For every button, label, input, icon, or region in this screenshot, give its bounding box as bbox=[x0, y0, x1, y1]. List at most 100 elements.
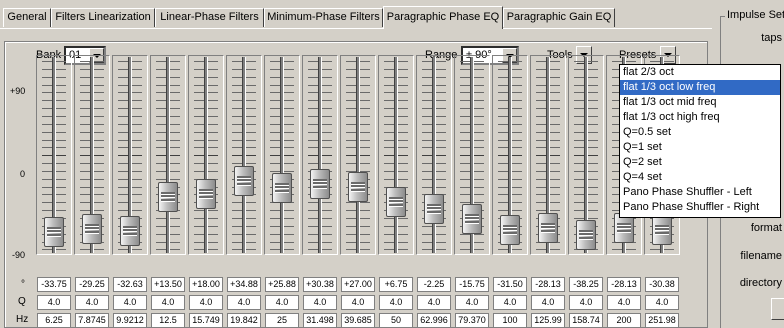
q-value-field[interactable]: 4.0 bbox=[227, 295, 261, 310]
slider-thumb[interactable] bbox=[652, 215, 672, 245]
slider-thumb[interactable] bbox=[120, 216, 140, 246]
q-value-field[interactable]: 4.0 bbox=[417, 295, 451, 310]
phase-value-field[interactable]: -38.25 bbox=[569, 277, 603, 292]
phase-value-field[interactable]: -2.25 bbox=[417, 277, 451, 292]
phase-value-field[interactable]: -29.25 bbox=[75, 277, 109, 292]
q-value-field[interactable]: 4.0 bbox=[493, 295, 527, 310]
tab-linear-phase-filters[interactable]: Linear-Phase Filters bbox=[155, 8, 264, 27]
phase-value-field[interactable]: -28.13 bbox=[607, 277, 641, 292]
presets-menu-item[interactable]: Q=4 set bbox=[620, 170, 780, 185]
slider-thumb[interactable] bbox=[500, 215, 520, 245]
band-slider-15[interactable] bbox=[568, 55, 604, 255]
q-value-field[interactable]: 4.0 bbox=[189, 295, 223, 310]
hz-value-field[interactable]: 62.996 bbox=[417, 313, 451, 328]
tab-general[interactable]: General bbox=[3, 8, 51, 27]
hz-value-field[interactable]: 79.370 bbox=[455, 313, 489, 328]
band-slider-4[interactable] bbox=[150, 55, 186, 255]
q-value-field[interactable]: 4.0 bbox=[569, 295, 603, 310]
q-value-field[interactable]: 4.0 bbox=[113, 295, 147, 310]
slider-thumb[interactable] bbox=[158, 182, 178, 212]
phase-value-field[interactable]: -32.63 bbox=[113, 277, 147, 292]
presets-menu-item[interactable]: Q=0.5 set bbox=[620, 125, 780, 140]
presets-menu-item[interactable]: Pano Phase Shuffler - Right bbox=[620, 200, 780, 215]
band-slider-14[interactable] bbox=[530, 55, 566, 255]
q-value-field[interactable]: 4.0 bbox=[645, 295, 679, 310]
phase-value-field[interactable]: +6.75 bbox=[379, 277, 413, 292]
hz-value-field[interactable]: 12.5 bbox=[151, 313, 185, 328]
slider-thumb[interactable] bbox=[82, 214, 102, 244]
phase-value-field[interactable]: -15.75 bbox=[455, 277, 489, 292]
hz-value-field[interactable]: 19.842 bbox=[227, 313, 261, 328]
q-value-field[interactable]: 4.0 bbox=[531, 295, 565, 310]
phase-value-field[interactable]: +25.88 bbox=[265, 277, 299, 292]
presets-menu-item[interactable]: flat 1/3 oct high freq bbox=[620, 110, 780, 125]
band-slider-6[interactable] bbox=[226, 55, 262, 255]
q-value-field[interactable]: 4.0 bbox=[151, 295, 185, 310]
phase-value-field[interactable]: -30.38 bbox=[645, 277, 679, 292]
slider-thumb[interactable] bbox=[272, 173, 292, 203]
hz-value-field[interactable]: 158.74 bbox=[569, 313, 603, 328]
tab-minimum-phase-filters[interactable]: Minimum-Phase Filters bbox=[264, 8, 383, 27]
q-value-field[interactable]: 4.0 bbox=[341, 295, 375, 310]
band-slider-2[interactable] bbox=[74, 55, 110, 255]
browse-button[interactable] bbox=[771, 298, 784, 320]
tab-paragraphic-gain-eq[interactable]: Paragraphic Gain EQ bbox=[503, 8, 615, 27]
hz-value-field[interactable]: 15.749 bbox=[189, 313, 223, 328]
q-value-field[interactable]: 4.0 bbox=[379, 295, 413, 310]
tab-paragraphic-phase-eq[interactable]: Paragraphic Phase EQ bbox=[383, 6, 503, 29]
q-value-field[interactable]: 4.0 bbox=[265, 295, 299, 310]
band-slider-5[interactable] bbox=[188, 55, 224, 255]
hz-value-field[interactable]: 25 bbox=[265, 313, 299, 328]
presets-menu-item[interactable]: Q=1 set bbox=[620, 140, 780, 155]
hz-value-field[interactable]: 31.498 bbox=[303, 313, 337, 328]
phase-value-field[interactable]: -28.13 bbox=[531, 277, 565, 292]
hz-value-field[interactable]: 200 bbox=[607, 313, 641, 328]
band-slider-3[interactable] bbox=[112, 55, 148, 255]
slider-thumb[interactable] bbox=[44, 217, 64, 247]
band-slider-10[interactable] bbox=[378, 55, 414, 255]
hz-value-field[interactable]: 125.99 bbox=[531, 313, 565, 328]
slider-thumb[interactable] bbox=[310, 169, 330, 199]
hz-value-field[interactable]: 39.685 bbox=[341, 313, 375, 328]
band-slider-13[interactable] bbox=[492, 55, 528, 255]
q-value-field[interactable]: 4.0 bbox=[607, 295, 641, 310]
presets-menu-item[interactable]: flat 1/3 oct mid freq bbox=[620, 95, 780, 110]
hz-value-field[interactable]: 6.25 bbox=[37, 313, 71, 328]
phase-value-field[interactable]: -31.50 bbox=[493, 277, 527, 292]
slider-thumb[interactable] bbox=[196, 179, 216, 209]
slider-thumb[interactable] bbox=[576, 220, 596, 250]
presets-menu-item[interactable]: flat 1/3 oct low freq bbox=[620, 80, 780, 95]
slider-thumb[interactable] bbox=[538, 213, 558, 243]
q-value-field[interactable]: 4.0 bbox=[37, 295, 71, 310]
hz-value-field[interactable]: 7.8745 bbox=[75, 313, 109, 328]
q-value-field[interactable]: 4.0 bbox=[455, 295, 489, 310]
hz-value-field[interactable]: 100 bbox=[493, 313, 527, 328]
tab-filters-linearization[interactable]: Filters Linearization bbox=[51, 8, 155, 27]
presets-menu-item[interactable]: Pano Phase Shuffler - Left bbox=[620, 185, 780, 200]
presets-menu-item[interactable]: Q=2 set bbox=[620, 155, 780, 170]
q-value-field[interactable]: 4.0 bbox=[303, 295, 337, 310]
slider-thumb[interactable] bbox=[234, 166, 254, 196]
band-slider-7[interactable] bbox=[264, 55, 300, 255]
slider-thumb[interactable] bbox=[386, 187, 406, 217]
hz-value-field[interactable]: 251.98 bbox=[645, 313, 679, 328]
q-value-field[interactable]: 4.0 bbox=[75, 295, 109, 310]
slider-groove bbox=[318, 57, 322, 253]
band-slider-1[interactable] bbox=[36, 55, 72, 255]
presets-menu-item[interactable]: flat 2/3 oct bbox=[620, 65, 780, 80]
slider-thumb[interactable] bbox=[462, 204, 482, 234]
phase-value-field[interactable]: +34.88 bbox=[227, 277, 261, 292]
band-slider-12[interactable] bbox=[454, 55, 490, 255]
phase-value-field[interactable]: +18.00 bbox=[189, 277, 223, 292]
slider-thumb[interactable] bbox=[424, 194, 444, 224]
band-slider-8[interactable] bbox=[302, 55, 338, 255]
phase-value-field[interactable]: +30.38 bbox=[303, 277, 337, 292]
phase-value-field[interactable]: +27.00 bbox=[341, 277, 375, 292]
band-slider-9[interactable] bbox=[340, 55, 376, 255]
slider-thumb[interactable] bbox=[348, 172, 368, 202]
band-slider-11[interactable] bbox=[416, 55, 452, 255]
hz-value-field[interactable]: 50 bbox=[379, 313, 413, 328]
hz-value-field[interactable]: 9.9212 bbox=[113, 313, 147, 328]
phase-value-field[interactable]: +13.50 bbox=[151, 277, 185, 292]
phase-value-field[interactable]: -33.75 bbox=[37, 277, 71, 292]
